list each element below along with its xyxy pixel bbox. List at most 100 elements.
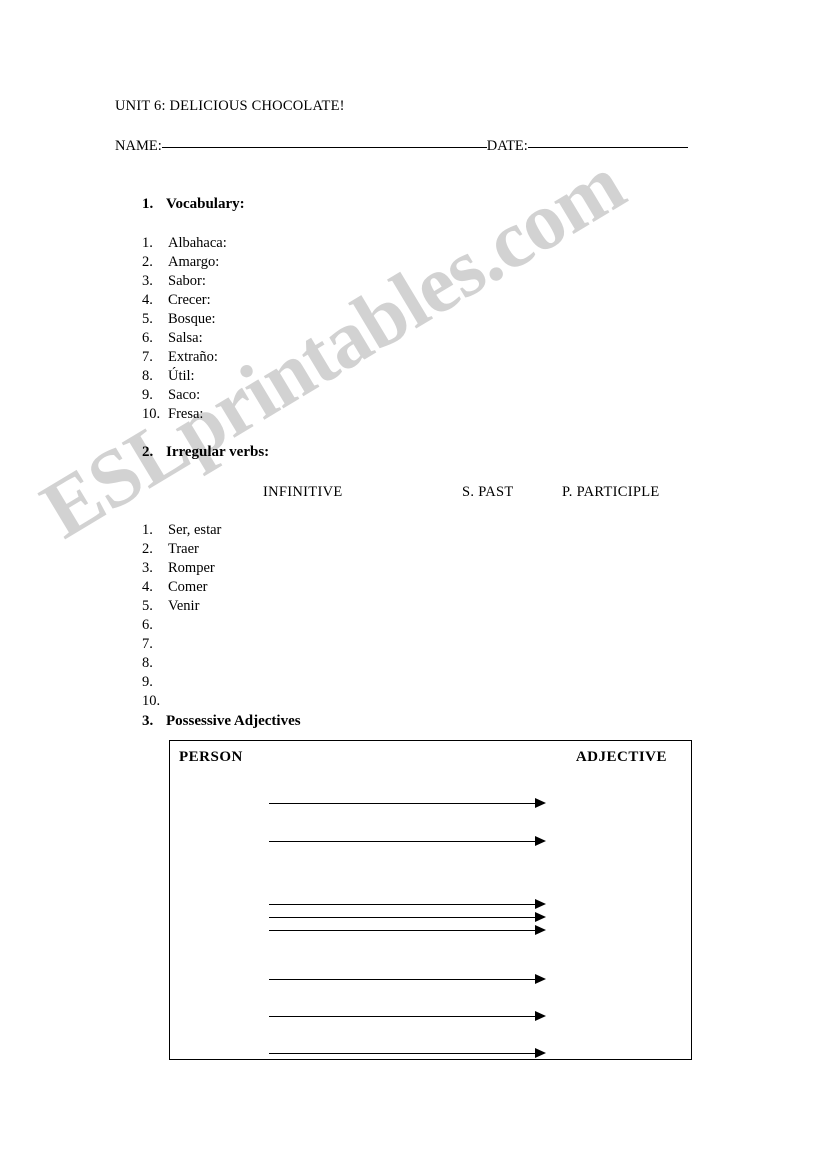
arrow-shaft: [269, 979, 535, 980]
matching-arrow[interactable]: [269, 1048, 546, 1059]
arrow-head-icon: [535, 836, 546, 846]
item-number: 4.: [142, 292, 153, 308]
item-number: 1.: [142, 235, 153, 251]
arrow-shaft: [269, 803, 535, 804]
list-item: 5. Venir: [142, 597, 221, 616]
item-number: 2.: [142, 541, 153, 557]
arrow-head-icon: [535, 1048, 546, 1058]
item-text: Sabor:: [168, 273, 206, 289]
item-text: Traer: [168, 541, 199, 557]
arrow-shaft: [269, 1053, 535, 1054]
list-item: 10.: [142, 692, 221, 711]
matching-arrow[interactable]: [269, 899, 546, 910]
matching-arrow[interactable]: [269, 925, 546, 936]
arrow-head-icon: [535, 1011, 546, 1021]
item-number: 7.: [142, 349, 153, 365]
section-1-number: 1.: [142, 196, 154, 212]
section-1-title: Vocabulary:: [166, 196, 245, 212]
section-3-heading: 3. Possessive Adjectives: [142, 713, 301, 730]
item-number: 2.: [142, 254, 153, 270]
column-header-infinitive: INFINITIVE: [263, 484, 343, 500]
item-text: Crecer:: [168, 292, 211, 308]
item-text: Saco:: [168, 387, 201, 403]
item-text: Comer: [168, 579, 208, 595]
item-number: 8.: [142, 655, 153, 671]
item-number: 3.: [142, 273, 153, 289]
list-item: 7. Extraño:: [142, 348, 227, 367]
matching-arrow[interactable]: [269, 1011, 546, 1022]
item-text: Amargo:: [168, 254, 220, 270]
list-item: 6. Salsa:: [142, 329, 227, 348]
irregular-verbs-list: 1. Ser, estar 2. Traer 3. Romper 4. Comer 5.…: [142, 521, 221, 711]
list-item: 7.: [142, 635, 221, 654]
section-1-heading: 1. Vocabulary:: [142, 196, 245, 213]
item-number: 1.: [142, 522, 153, 538]
worksheet-page: ESLprintables.com UNIT 6: DELICIOUS CHOC…: [0, 0, 821, 1169]
arrow-head-icon: [535, 899, 546, 909]
list-item: 1. Ser, estar: [142, 521, 221, 540]
item-number: 5.: [142, 598, 153, 614]
item-number: 5.: [142, 311, 153, 327]
worksheet-content: UNIT 6: DELICIOUS CHOCOLATE! NAME: DATE: …: [0, 0, 821, 1169]
possessive-adjectives-table: PERSON ADJECTIVE: [169, 740, 692, 1060]
matching-arrow[interactable]: [269, 912, 546, 923]
item-text: Fresa:: [168, 406, 204, 422]
item-number: 9.: [142, 387, 153, 403]
section-2-heading: 2. Irregular verbs:: [142, 444, 269, 461]
item-number: 3.: [142, 560, 153, 576]
item-text: Romper: [168, 560, 215, 576]
item-text: Salsa:: [168, 330, 203, 346]
item-text: Bosque:: [168, 311, 216, 327]
arrow-head-icon: [535, 925, 546, 935]
list-item: 3. Romper: [142, 559, 221, 578]
list-item: 8.: [142, 654, 221, 673]
item-number: 6.: [142, 330, 153, 346]
matching-arrow[interactable]: [269, 798, 546, 809]
item-text: Ser, estar: [168, 522, 222, 538]
item-number: 9.: [142, 674, 153, 690]
table-header-adjective: ADJECTIVE: [575, 749, 667, 765]
arrow-shaft: [269, 904, 535, 905]
table-header-person: PERSON: [179, 749, 243, 765]
item-text: Útil:: [168, 368, 195, 384]
item-number: 7.: [142, 636, 153, 652]
list-item: 4. Comer: [142, 578, 221, 597]
arrow-shaft: [269, 1016, 535, 1017]
date-label: DATE:: [486, 138, 528, 154]
section-2-number: 2.: [142, 444, 154, 460]
list-item: 6.: [142, 616, 221, 635]
list-item: 10. Fresa:: [142, 405, 227, 424]
arrow-head-icon: [535, 912, 546, 922]
item-number: 10.: [142, 406, 161, 422]
column-header-simple-past: S. PAST: [462, 484, 514, 500]
list-item: 3. Sabor:: [142, 272, 227, 291]
date-input-line[interactable]: [527, 147, 688, 148]
list-item: 9.: [142, 673, 221, 692]
item-number: 10.: [142, 693, 161, 709]
matching-arrow[interactable]: [269, 836, 546, 847]
name-input-line[interactable]: [161, 147, 487, 148]
item-number: 4.: [142, 579, 153, 595]
matching-arrow[interactable]: [269, 974, 546, 985]
name-label: NAME:: [115, 138, 162, 154]
list-item: 5. Bosque:: [142, 310, 227, 329]
list-item: 2. Amargo:: [142, 253, 227, 272]
vocabulary-list: 1. Albahaca: 2. Amargo: 3. Sabor: 4. Crecer:…: [142, 234, 227, 424]
arrow-shaft: [269, 930, 535, 931]
section-3-title: Possessive Adjectives: [166, 713, 301, 729]
item-text: Albahaca:: [168, 235, 227, 251]
list-item: 8. Útil:: [142, 367, 227, 386]
section-2-title: Irregular verbs:: [166, 444, 270, 460]
list-item: 2. Traer: [142, 540, 221, 559]
item-number: 8.: [142, 368, 153, 384]
list-item: 4. Crecer:: [142, 291, 227, 310]
column-header-past-participle: P. PARTICIPLE: [562, 484, 660, 500]
unit-title: UNIT 6: DELICIOUS CHOCOLATE!: [115, 98, 345, 114]
arrow-shaft: [269, 917, 535, 918]
list-item: 9. Saco:: [142, 386, 227, 405]
section-3-number: 3.: [142, 713, 154, 729]
arrow-head-icon: [535, 974, 546, 984]
arrow-shaft: [269, 841, 535, 842]
arrow-head-icon: [535, 798, 546, 808]
item-text: Venir: [168, 598, 200, 614]
